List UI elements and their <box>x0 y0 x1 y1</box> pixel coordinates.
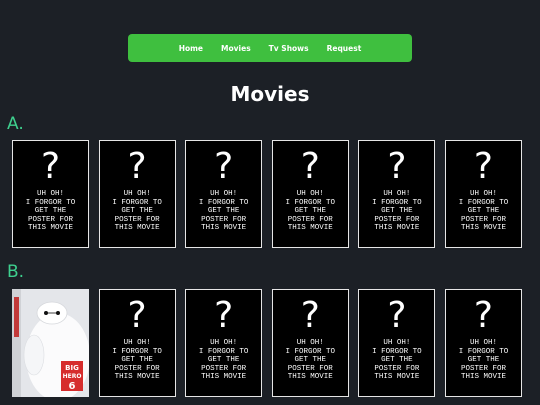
question-mark-icon: ? <box>473 295 494 336</box>
nav-movies-link[interactable]: Movies <box>221 44 251 53</box>
missing-poster-text: UH OH! I FORGOR TO GET THE POSTER FOR TH… <box>458 339 509 382</box>
movie-card[interactable]: ? UH OH! I FORGOR TO GET THE POSTER FOR … <box>444 140 522 248</box>
question-mark-icon: ? <box>300 146 320 187</box>
missing-poster-text: UH OH! I FORGOR TO GET THE POSTER FOR TH… <box>372 190 422 233</box>
section-label-b: B. <box>7 262 25 282</box>
movie-row-a: ? UH OH! I FORGOR TO GET THE POSTER FOR … <box>12 140 522 248</box>
missing-poster-text: UH OH! I FORGOR TO GET THE POSTER FOR TH… <box>112 339 162 382</box>
question-mark-icon: ? <box>214 146 234 187</box>
movie-card[interactable]: ? UH OH! I FORGOR TO GET THE POSTER FOR … <box>12 140 89 248</box>
missing-poster-text: UH OH! I FORGOR TO GET THE POSTER FOR TH… <box>285 190 336 233</box>
movie-card[interactable]: ? UH OH! I FORGOR TO GET THE POSTER FOR … <box>98 140 176 248</box>
movie-card[interactable]: ? UH OH! I FORGOR TO GET THE POSTER FOR … <box>271 140 349 248</box>
movie-card[interactable]: ? UH OH! I FORGOR TO GET THE POSTER FOR … <box>98 289 176 397</box>
movie-card[interactable]: ? UH OH! I FORGOR TO GET THE POSTER FOR … <box>444 289 522 397</box>
movie-card[interactable]: ? UH OH! I FORGOR TO GET THE POSTER FOR … <box>271 289 349 397</box>
question-mark-icon: ? <box>40 146 61 187</box>
baymax-poster-image: BIG HERO 6 <box>12 289 89 397</box>
missing-poster-text: UH OH! I FORGOR TO GET THE POSTER FOR TH… <box>372 339 422 382</box>
question-mark-icon: ? <box>387 295 407 336</box>
question-mark-icon: ? <box>214 295 234 336</box>
question-mark-icon: ? <box>387 146 407 187</box>
missing-poster-text: UH OH! I FORGOR TO GET THE POSTER FOR TH… <box>198 339 249 382</box>
movie-row-b: BIG HERO 6 ? UH OH! I FORGOR TO GET THE … <box>12 289 522 397</box>
movie-card[interactable]: ? UH OH! I FORGOR TO GET THE POSTER FOR … <box>358 140 436 248</box>
poster-title-line-1: BIG <box>65 364 79 372</box>
question-mark-icon: ? <box>473 146 494 187</box>
missing-poster-text: UH OH! I FORGOR TO GET THE POSTER FOR TH… <box>112 190 162 233</box>
missing-poster-text: UH OH! I FORGOR TO GET THE POSTER FOR TH… <box>458 190 509 233</box>
missing-poster-text: UH OH! I FORGOR TO GET THE POSTER FOR TH… <box>285 339 336 382</box>
question-mark-icon: ? <box>127 146 147 187</box>
movie-card[interactable]: ? UH OH! I FORGOR TO GET THE POSTER FOR … <box>185 289 263 397</box>
poster-title-line-2: HERO <box>63 373 82 380</box>
top-navbar: Home Movies Tv Shows Request <box>128 34 412 62</box>
nav-request-link[interactable]: Request <box>327 44 362 53</box>
movie-card[interactable]: ? UH OH! I FORGOR TO GET THE POSTER FOR … <box>185 140 263 248</box>
missing-poster-text: UH OH! I FORGOR TO GET THE POSTER FOR TH… <box>25 190 76 233</box>
nav-home-link[interactable]: Home <box>179 44 203 53</box>
poster-title-line-3: 6 <box>69 381 76 392</box>
missing-poster-text: UH OH! I FORGOR TO GET THE POSTER FOR TH… <box>198 190 249 233</box>
page-title: Movies <box>230 82 310 106</box>
big-hero-6-poster[interactable]: BIG HERO 6 <box>12 289 89 397</box>
section-label-a: A. <box>7 114 24 134</box>
question-mark-icon: ? <box>127 295 147 336</box>
question-mark-icon: ? <box>300 295 320 336</box>
nav-tv-shows-link[interactable]: Tv Shows <box>269 44 309 53</box>
movie-card[interactable]: ? UH OH! I FORGOR TO GET THE POSTER FOR … <box>358 289 436 397</box>
